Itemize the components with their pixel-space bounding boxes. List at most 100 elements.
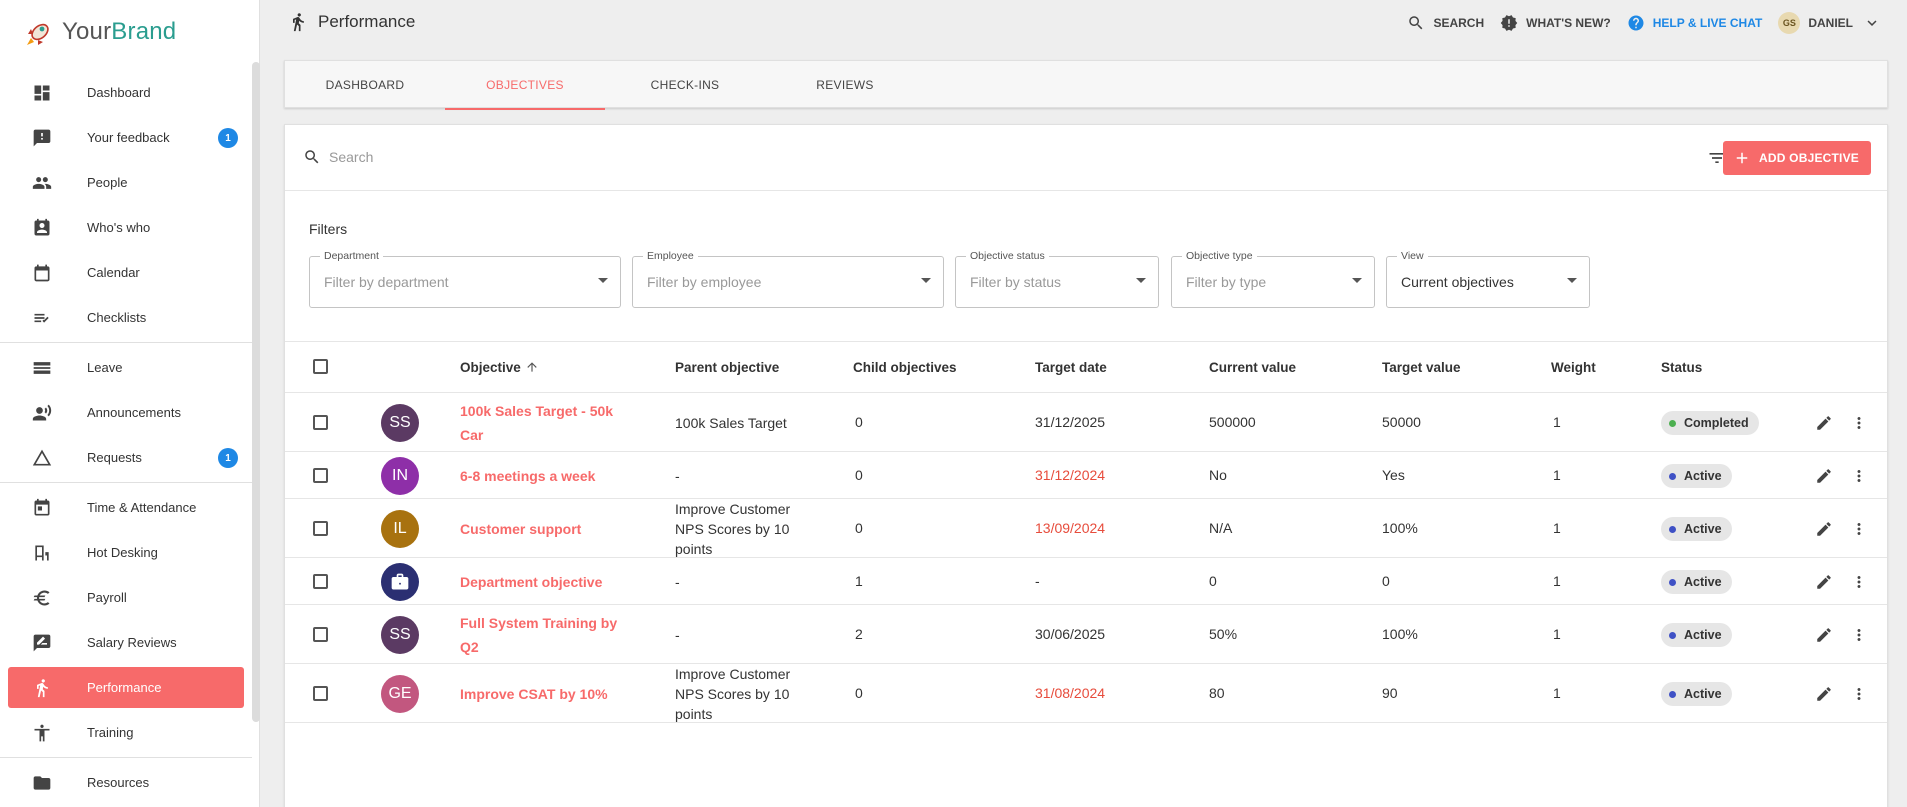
people-icon: [32, 173, 52, 193]
weight-value: 1: [1553, 414, 1561, 430]
edit-icon[interactable]: [1815, 467, 1833, 485]
search-input[interactable]: [329, 145, 929, 169]
sidebar-item-payroll[interactable]: Payroll: [8, 577, 244, 618]
sidebar-item-label: Your feedback: [87, 130, 170, 145]
sidebar-item-hot-desking[interactable]: Hot Desking: [8, 532, 244, 573]
sidebar-item-checklists[interactable]: Checklists: [8, 297, 244, 338]
sidebar-item-calendar[interactable]: Calendar: [8, 252, 244, 293]
type-filter[interactable]: Objective type Filter by type: [1171, 250, 1375, 308]
search-button[interactable]: SEARCH: [1407, 14, 1484, 32]
sidebar-item-your-feedback[interactable]: Your feedback 1: [8, 117, 244, 158]
avatar-initials: GE: [388, 685, 412, 702]
new-badge-icon: [1500, 15, 1518, 31]
table-row[interactable]: Department objective - 1 - 0 0 1 Active: [285, 558, 1887, 605]
table-row[interactable]: SS 100k Sales Target - 50k Car 100k Sales …: [285, 393, 1887, 452]
toolbar: ADD OBJECTIVE: [285, 125, 1887, 191]
search-icon: [1409, 16, 1423, 30]
sidebar-item-time-attendance[interactable]: Time & Attendance: [8, 487, 244, 528]
whats-new-label: WHAT'S NEW?: [1526, 16, 1611, 30]
child-objectives-count: 0: [855, 414, 863, 430]
row-checkbox[interactable]: [313, 521, 328, 536]
more-vert-icon[interactable]: [1850, 467, 1868, 485]
table-row[interactable]: GE Improve CSAT by 10% Improve Customer NP…: [285, 664, 1887, 723]
sidebar-item-leave[interactable]: Leave: [8, 347, 244, 388]
edit-icon[interactable]: [1815, 414, 1833, 432]
tab-dashboard[interactable]: DASHBOARD: [285, 61, 445, 109]
employee-filter[interactable]: Employee Filter by employee: [632, 250, 944, 308]
contact-card-icon: [32, 218, 52, 238]
user-menu[interactable]: GS DANIEL: [1778, 12, 1889, 34]
avatar: GE: [381, 675, 419, 713]
filters-title: Filters: [309, 221, 348, 237]
brand-name: Brand: [111, 18, 177, 45]
sidebar-item-label: Checklists: [87, 310, 147, 325]
sidebar-item-resources[interactable]: Resources: [8, 762, 244, 803]
avatar: SS: [381, 404, 419, 442]
edit-icon[interactable]: [1815, 685, 1833, 703]
objectives-card: ADD OBJECTIVE Filters Department Filter b…: [284, 124, 1888, 807]
target-value: 50000: [1382, 414, 1421, 430]
table-row[interactable]: IL Customer support Improve Customer NPS S…: [285, 499, 1887, 558]
status-dot: [1669, 631, 1676, 639]
top-bar: Performance SEARCH WHAT'S NEW? HELP & LI…: [260, 0, 1907, 48]
current-value: 50%: [1209, 626, 1238, 642]
target-value: 100%: [1382, 520, 1418, 536]
row-checkbox[interactable]: [313, 468, 328, 483]
table-row[interactable]: SS Full System Training by Q2 - 2 30/06/2025…: [285, 605, 1887, 664]
more-vert-icon[interactable]: [1850, 414, 1868, 432]
whats-new-button[interactable]: WHAT'S NEW?: [1500, 14, 1611, 32]
sidebar-item-dashboard[interactable]: Dashboard: [8, 72, 244, 113]
tab-reviews[interactable]: REVIEWS: [765, 61, 925, 109]
status-label: Active: [1684, 522, 1722, 536]
sidebar-scrollbar[interactable]: [252, 62, 260, 722]
table-header: Objective Parent objective Child objecti…: [285, 341, 1887, 393]
objective-link[interactable]: Full System Training by Q2: [460, 611, 630, 659]
more-vert-icon[interactable]: [1850, 626, 1868, 644]
column-parent-objective: Parent objective: [675, 360, 780, 375]
status-label: Completed: [1684, 416, 1749, 430]
column-child-objectives: Child objectives: [853, 360, 957, 375]
sidebar-item-people[interactable]: People: [8, 162, 244, 203]
add-objective-button[interactable]: ADD OBJECTIVE: [1723, 141, 1871, 175]
tab-bar: DASHBOARD OBJECTIVES CHECK-INS REVIEWS: [284, 60, 1888, 110]
current-value: N/A: [1209, 520, 1233, 536]
row-checkbox[interactable]: [313, 627, 328, 642]
tab-check-ins[interactable]: CHECK-INS: [605, 61, 765, 109]
help-chat-button[interactable]: HELP & LIVE CHAT: [1627, 14, 1762, 32]
select-all-checkbox[interactable]: [313, 359, 328, 374]
view-select[interactable]: View Current objectives: [1386, 250, 1590, 308]
sidebar-item-announcements[interactable]: Announcements: [8, 392, 244, 433]
more-vert-icon[interactable]: [1850, 685, 1868, 703]
objective-link[interactable]: 100k Sales Target - 50k Car: [460, 399, 630, 447]
objective-link[interactable]: Customer support: [460, 517, 630, 541]
status-dot: [1669, 690, 1676, 698]
edit-icon[interactable]: [1815, 520, 1833, 538]
row-checkbox[interactable]: [313, 415, 328, 430]
department-filter[interactable]: Department Filter by department: [309, 250, 621, 308]
tab-objectives[interactable]: OBJECTIVES: [445, 61, 605, 110]
sidebar-item-salary-reviews[interactable]: Salary Reviews: [8, 622, 244, 663]
objective-link[interactable]: Improve CSAT by 10%: [460, 682, 630, 706]
more-vert-icon[interactable]: [1850, 573, 1868, 591]
edit-icon[interactable]: [1815, 573, 1833, 591]
table-row[interactable]: IN 6-8 meetings a week - 0 31/12/2024 No Yes 1 A…: [285, 452, 1887, 499]
sidebar-item-label: Salary Reviews: [87, 635, 177, 650]
more-vert-icon[interactable]: [1850, 520, 1868, 538]
time-attendance-icon: [32, 498, 52, 518]
status-filter[interactable]: Objective status Filter by status: [955, 250, 1159, 308]
sidebar-item-who-s-who[interactable]: Who's who: [8, 207, 244, 248]
sidebar-item-training[interactable]: Training: [8, 712, 244, 753]
filter-value: Current objectives: [1401, 274, 1514, 290]
status-badge: Completed: [1661, 411, 1759, 435]
child-objectives-count: 1: [855, 573, 863, 589]
row-checkbox[interactable]: [313, 574, 328, 589]
column-status: Status: [1661, 360, 1703, 375]
row-checkbox[interactable]: [313, 686, 328, 701]
edit-icon[interactable]: [1815, 626, 1833, 644]
column-objective[interactable]: Objective: [460, 360, 539, 375]
objective-link[interactable]: 6-8 meetings a week: [460, 464, 630, 488]
objective-link[interactable]: Department objective: [460, 570, 630, 594]
sidebar-item-requests[interactable]: Requests 1: [8, 437, 244, 478]
brand-logo[interactable]: YourBrand: [22, 14, 176, 50]
sidebar-item-performance[interactable]: Performance: [8, 667, 244, 708]
